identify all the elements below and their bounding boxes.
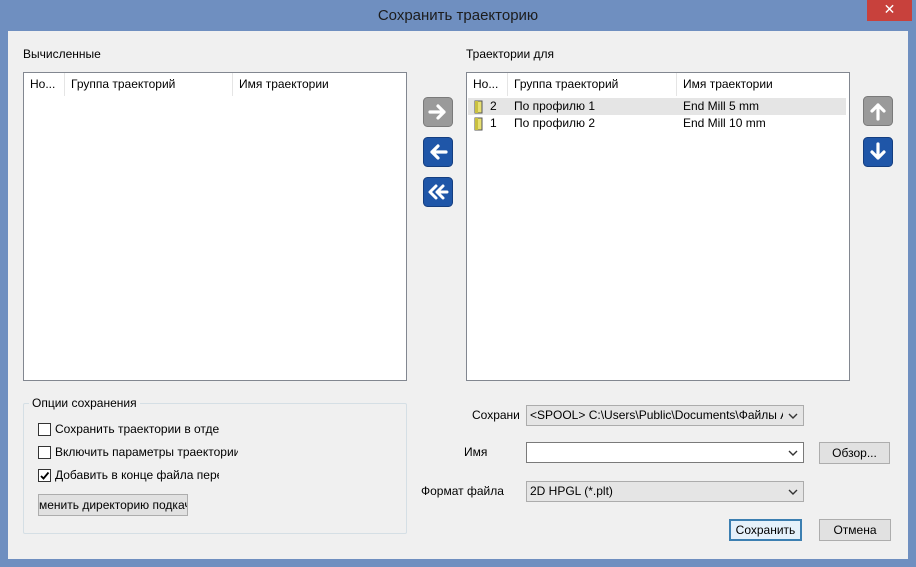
chevron-down-icon xyxy=(788,450,798,456)
computed-list-header: Но... Группа траекторий Имя траектории xyxy=(24,73,406,96)
save-location-label: Сохрани xyxy=(472,408,520,422)
arrow-down-icon xyxy=(863,137,893,167)
move-left-button[interactable] xyxy=(423,137,453,167)
title-bar[interactable]: Сохранить траекторию ✕ xyxy=(0,0,916,32)
move-down-button[interactable] xyxy=(863,137,893,167)
toolpaths-listview[interactable]: Но... Группа траекторий Имя траектории 2… xyxy=(466,72,850,381)
double-arrow-left-icon xyxy=(423,177,453,207)
cancel-button[interactable]: Отмена xyxy=(819,519,891,541)
arrow-up-icon xyxy=(863,96,893,126)
window-title: Сохранить траекторию xyxy=(377,7,539,24)
save-location-select[interactable]: <SPOOL> C:\Users\Public\Documents\Файлы … xyxy=(526,405,804,426)
save-separate-label: Сохранить траектории в отдельн xyxy=(55,422,219,436)
append-label: Добавить в конце файла переме xyxy=(55,468,219,482)
column-number[interactable]: Но... xyxy=(24,73,65,96)
arrow-left-icon xyxy=(423,137,453,167)
browse-button[interactable]: Обзор... xyxy=(819,442,890,464)
file-format-value: 2D HPGL (*.plt) xyxy=(530,484,613,498)
move-right-button[interactable] xyxy=(423,97,453,127)
row-name: End Mill 10 mm xyxy=(683,116,766,130)
arrow-right-icon xyxy=(423,97,453,127)
chevron-down-icon xyxy=(788,413,798,419)
append-checkbox[interactable] xyxy=(38,469,51,482)
column-group[interactable]: Группа траекторий xyxy=(508,73,677,96)
toolpath-icon xyxy=(474,100,483,114)
column-number[interactable]: Но... xyxy=(467,73,508,96)
row-group: По профилю 2 xyxy=(514,116,596,130)
row-number: 1 xyxy=(490,116,497,130)
toolpaths-list-header: Но... Группа траекторий Имя траектории xyxy=(467,73,849,96)
row-number: 2 xyxy=(490,99,497,113)
move-all-left-button[interactable] xyxy=(423,177,453,207)
row-name: End Mill 5 mm xyxy=(683,99,760,113)
name-label: Имя xyxy=(464,445,488,459)
include-params-checkbox[interactable] xyxy=(38,446,51,459)
include-params-label: Включить параметры траектории в ф xyxy=(55,445,238,459)
save-options-title: Опции сохранения xyxy=(29,396,140,410)
close-icon: ✕ xyxy=(883,2,896,18)
column-group[interactable]: Группа траекторий xyxy=(65,73,233,96)
column-name[interactable]: Имя траектории xyxy=(677,73,847,96)
name-input[interactable] xyxy=(526,442,804,463)
column-name[interactable]: Имя траектории xyxy=(233,73,403,96)
file-format-select[interactable]: 2D HPGL (*.plt) xyxy=(526,481,804,502)
computed-label: Вычисленные xyxy=(23,47,101,61)
row-group: По профилю 1 xyxy=(514,99,596,113)
move-up-button[interactable] xyxy=(863,96,893,126)
close-button[interactable]: ✕ xyxy=(867,0,912,21)
dialog-client: Вычисленные Но... Группа траекторий Имя … xyxy=(8,31,908,559)
save-options-group: Опции сохранения Сохранить траектории в … xyxy=(23,396,407,534)
dialog-window: Сохранить траекторию ✕ Вычисленные Но...… xyxy=(0,0,916,567)
toolpath-icon xyxy=(474,117,483,131)
file-format-label: Формат файла xyxy=(421,484,504,498)
change-directory-button[interactable]: менить директорию подкачк xyxy=(38,494,188,516)
checkmark-icon xyxy=(40,471,50,480)
toolpaths-for-label: Траектории для xyxy=(466,47,555,61)
save-separate-checkbox[interactable] xyxy=(38,423,51,436)
save-button[interactable]: Сохранить xyxy=(729,519,802,541)
table-row[interactable]: 1 По профилю 2 End Mill 10 mm xyxy=(468,115,846,132)
save-location-value: <SPOOL> C:\Users\Public\Documents\Файлы … xyxy=(530,408,783,422)
table-row[interactable]: 2 По профилю 1 End Mill 5 mm xyxy=(468,98,846,115)
chevron-down-icon xyxy=(788,489,798,495)
computed-listview[interactable]: Но... Группа траекторий Имя траектории xyxy=(23,72,407,381)
